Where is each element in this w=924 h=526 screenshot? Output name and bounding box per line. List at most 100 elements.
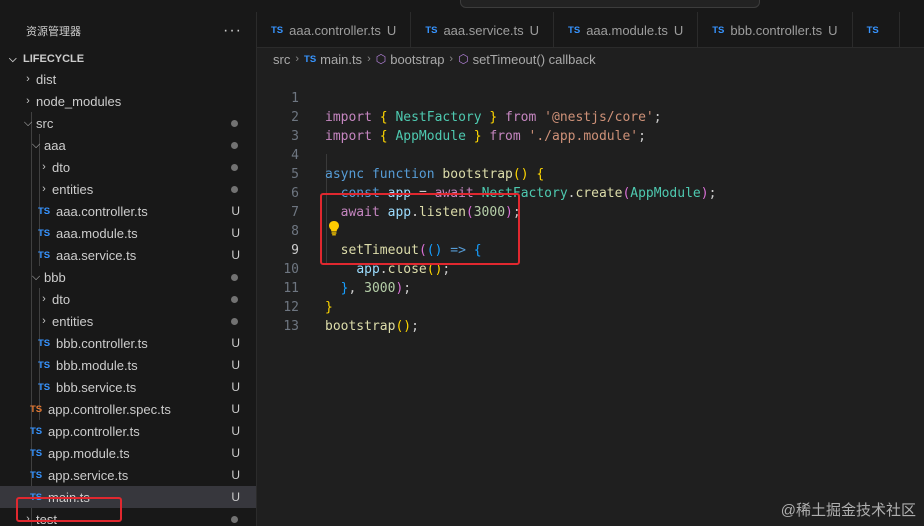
explorer-title: 资源管理器 — [26, 26, 81, 38]
untracked-badge: U — [231, 424, 240, 438]
tree-file-app-controller[interactable]: TS app.controller.ts U — [0, 420, 256, 442]
typescript-test-icon: TS — [30, 403, 43, 415]
tab-aaa-service[interactable]: TS aaa.service.ts U — [411, 12, 555, 47]
chevron-right-icon: › — [449, 53, 454, 65]
untracked-badge: U — [231, 226, 240, 240]
chevron-down-icon: ⌵ — [31, 270, 41, 283]
typescript-icon: TS — [38, 249, 51, 261]
code-line: 4 async function bootstrap() { — [257, 127, 924, 182]
breadcrumb-symbol[interactable]: bootstrap — [390, 52, 444, 67]
untracked-badge: U — [231, 402, 240, 416]
tab-bbb-controller[interactable]: TS bbb.controller.ts U — [698, 12, 853, 47]
code-line: 3 — [257, 108, 924, 144]
breadcrumb-file[interactable]: main.ts — [320, 52, 362, 67]
untracked-badge: U — [231, 336, 240, 350]
breadcrumb-symbol[interactable]: setTimeout() callback — [473, 52, 596, 67]
code-line: 6 await app.listen(3000); — [257, 165, 924, 220]
tree-folder-aaa-entities[interactable]: › entities — [0, 178, 256, 200]
chevron-down-icon: ⌵ — [31, 138, 41, 151]
tree-label: aaa.controller.ts — [56, 203, 148, 219]
tree-label: bbb.service.ts — [56, 379, 137, 395]
tab-aaa-module[interactable]: TS aaa.module.ts U — [554, 12, 699, 47]
tree-folder-aaa-dto[interactable]: › dto — [0, 156, 256, 178]
tab-label: bbb.controller.ts — [730, 22, 823, 38]
tree-label: entities — [52, 313, 94, 329]
function-cube-icon: ⬡ — [458, 52, 469, 66]
tab-overflow[interactable]: TS — [853, 12, 900, 47]
explorer-header: 资源管理器 ··· — [0, 12, 256, 50]
untracked-badge: U — [231, 358, 240, 372]
tree-file-app-controller-spec[interactable]: TS app.controller.spec.ts U — [0, 398, 256, 420]
typescript-icon: TS — [304, 53, 317, 65]
untracked-badge: U — [231, 446, 240, 460]
chevron-right-icon: › — [26, 73, 30, 85]
modified-dot — [231, 515, 238, 523]
tree-file-aaa-module[interactable]: TS aaa.module.ts U — [0, 222, 256, 244]
untracked-badge: U — [231, 490, 240, 504]
modified-dot — [231, 295, 238, 303]
untracked-badge: U — [529, 22, 540, 38]
modified-dot — [231, 119, 238, 127]
typescript-icon: TS — [38, 205, 51, 217]
tree-file-app-module[interactable]: TS app.module.ts U — [0, 442, 256, 464]
tree-label: app.service.ts — [48, 467, 129, 483]
annotation-box-settimeout — [320, 193, 520, 265]
breadcrumb: src › TS main.ts › ⬡ bootstrap › ⬡ setTi… — [257, 48, 924, 70]
typescript-icon: TS — [38, 227, 51, 239]
modified-dot — [231, 317, 238, 325]
untracked-badge: U — [231, 248, 240, 262]
typescript-icon: TS — [712, 24, 725, 36]
tree-folder-dist[interactable]: › dist — [0, 68, 256, 90]
tree-folder-bbb-dto[interactable]: › dto — [0, 288, 256, 310]
function-cube-icon: ⬡ — [375, 52, 387, 66]
watermark: @稀土掘金技术社区 — [780, 502, 916, 519]
breadcrumb-folder[interactable]: src — [273, 52, 290, 67]
tree-label: app.controller.ts — [48, 423, 140, 439]
command-center[interactable] — [460, 0, 760, 8]
code-editor[interactable]: 1 import { NestFactory } from '@nestjs/c… — [257, 70, 924, 526]
tree-file-bbb-service[interactable]: TS bbb.service.ts U — [0, 376, 256, 398]
chevron-down-icon: ⌵ — [23, 116, 33, 129]
tree-label: app.controller.spec.ts — [48, 401, 171, 417]
tree-label: src — [36, 115, 54, 131]
tree-file-app-service[interactable]: TS app.service.ts U — [0, 464, 256, 486]
project-name: LIFECYCLE — [23, 53, 85, 65]
tree-folder-bbb-entities[interactable]: › entities — [0, 310, 256, 332]
tree-folder-node-modules[interactable]: › node_modules — [0, 90, 256, 112]
tree-file-bbb-module[interactable]: TS bbb.module.ts U — [0, 354, 256, 376]
tree-label: node_modules — [36, 93, 122, 109]
untracked-badge: U — [231, 468, 240, 482]
tree-label: aaa — [44, 137, 66, 153]
file-tree: › dist › node_modules ⌵ src ⌵ aaa › dto … — [0, 68, 256, 526]
tree-file-bbb-controller[interactable]: TS bbb.controller.ts U — [0, 332, 256, 354]
chevron-right-icon: › — [42, 315, 46, 327]
tree-file-aaa-controller[interactable]: TS aaa.controller.ts U — [0, 200, 256, 222]
line-number: 13 — [283, 319, 299, 334]
project-section[interactable]: ⌵ LIFECYCLE — [0, 50, 256, 68]
typescript-icon: TS — [866, 24, 879, 36]
tree-folder-aaa[interactable]: ⌵ aaa — [0, 134, 256, 156]
tree-label: dto — [52, 159, 71, 175]
modified-dot — [231, 273, 238, 281]
modified-dot — [231, 185, 238, 193]
tab-aaa-controller[interactable]: TS aaa.controller.ts U — [257, 12, 412, 47]
code-line: 2 import { AppModule } from './app.modul… — [257, 89, 924, 144]
tree-label: dto — [52, 291, 71, 307]
typescript-icon: TS — [38, 359, 51, 371]
chevron-right-icon: › — [42, 161, 46, 173]
tree-folder-bbb[interactable]: ⌵ bbb — [0, 266, 256, 288]
tab-label: aaa.controller.ts — [289, 22, 381, 38]
chevron-right-icon: › — [295, 53, 300, 65]
typescript-icon: TS — [271, 24, 284, 36]
untracked-badge: U — [673, 22, 684, 38]
tree-folder-src[interactable]: ⌵ src — [0, 112, 256, 134]
more-actions-icon[interactable]: ··· — [223, 22, 242, 40]
typescript-icon: TS — [425, 24, 438, 36]
tree-file-aaa-service[interactable]: TS aaa.service.ts U — [0, 244, 256, 266]
untracked-badge: U — [231, 380, 240, 394]
code-line: 12 bootstrap(); — [257, 279, 924, 334]
modified-dot — [231, 141, 238, 149]
chevron-right-icon: › — [42, 293, 46, 305]
code-line: 1 import { NestFactory } from '@nestjs/c… — [257, 70, 924, 125]
tree-label: app.module.ts — [48, 445, 130, 461]
